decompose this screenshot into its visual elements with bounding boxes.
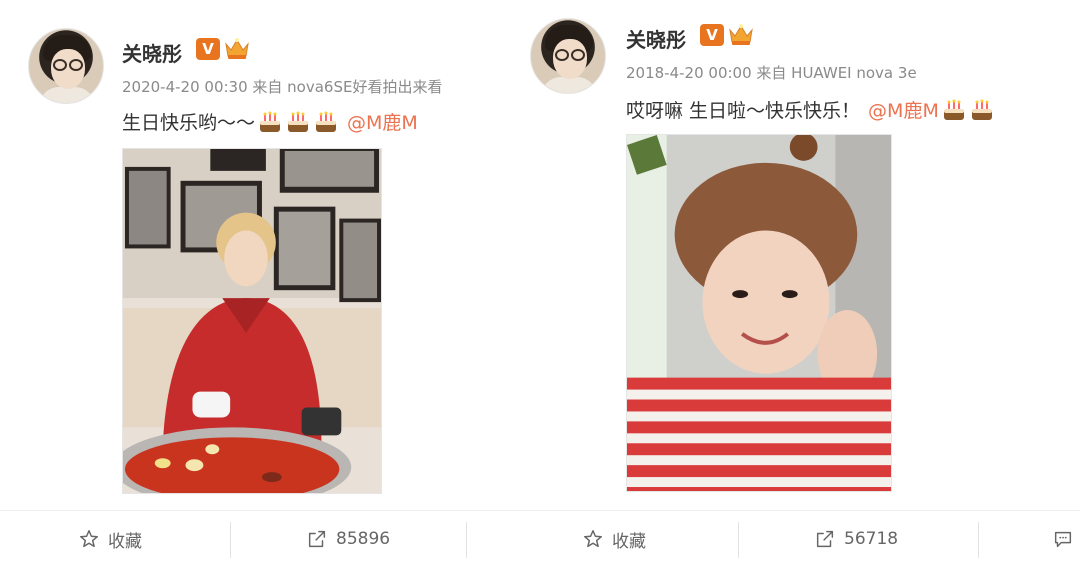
share-count: 85896 [336,529,391,549]
footer-separator [230,522,231,558]
crown-badge-icon [224,36,250,60]
post-content: 哎呀嘛 生日啦～快乐快乐！ @M鹿M [626,96,995,123]
post-text: 哎呀嘛 生日啦～快乐快乐！ [626,100,861,122]
share-button[interactable]: 56718 [814,524,898,554]
username[interactable]: 关晓彤 [626,24,686,53]
post-text: 生日快乐哟～～ [122,112,256,134]
favorite-button[interactable]: 收藏 [582,524,646,554]
cake-icon [285,109,311,135]
avatar[interactable] [530,18,606,94]
weibo-post-1: 关晓彤 V 2020-4-20 00:30 来自 nova6SE好看拍出来看 生… [0,0,520,510]
post-meta: 2020-4-20 00:30 来自 nova6SE好看拍出来看 [122,76,442,97]
mention-link[interactable]: @M鹿M [347,108,418,135]
post-meta: 2018-4-20 00:00 来自 HUAWEI nova 3e [626,62,917,83]
username[interactable]: 关晓彤 [122,38,182,67]
cake-icon [969,97,995,123]
favorite-button[interactable]: 收藏 [78,524,142,554]
cake-icon [313,109,339,135]
verified-badge-icon: V [196,38,220,60]
post-photo[interactable] [122,148,382,494]
timestamp: 2020-4-20 00:30 [122,78,248,96]
post-source[interactable]: 来自 HUAWEI nova 3e [756,64,916,82]
footer-divider [0,510,1080,511]
share-button[interactable]: 85896 [306,524,390,554]
share-icon [816,530,834,548]
cake-icon [257,109,283,135]
comment-icon [1054,531,1072,548]
comment-button[interactable] [1052,524,1074,554]
footer-separator [466,522,467,558]
timestamp: 2018-4-20 00:00 [626,64,752,82]
weibo-post-2: 关晓彤 V 2018-4-20 00:00 来自 HUAWEI nova 3e … [520,0,1080,510]
share-icon [308,530,326,548]
post-photo[interactable] [626,134,892,492]
post-content: 生日快乐哟～～ @M鹿M [122,108,418,135]
footer-separator [738,522,739,558]
verified-badge-icon: V [700,24,724,46]
footer-separator [978,522,979,558]
star-icon [584,530,602,548]
share-count: 56718 [844,529,899,549]
crown-badge-icon [728,22,754,46]
favorite-label: 收藏 [108,531,142,552]
post-source[interactable]: 来自 nova6SE好看拍出来看 [252,78,442,96]
favorite-label: 收藏 [612,531,646,552]
cake-icon [941,97,967,123]
star-icon [80,530,98,548]
avatar[interactable] [28,28,104,104]
mention-link[interactable]: @M鹿M [868,96,939,123]
